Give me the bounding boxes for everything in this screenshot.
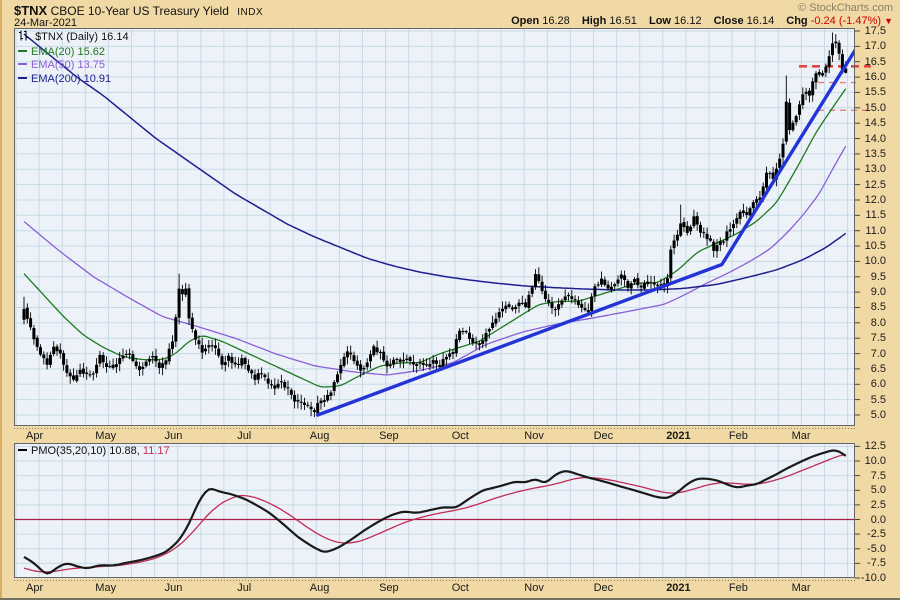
pmo-x-axis-label: Mar (792, 582, 811, 594)
main-y-axis-label: 10.5 (856, 240, 886, 252)
main-y-axis-label: 15.0 (856, 102, 886, 114)
pmo-x-axis-label: Nov (524, 582, 544, 594)
legend-ema200-label: EMA(200) 10.91 (31, 73, 111, 85)
open-value: 16.28 (542, 15, 570, 27)
main-x-axis-label: Feb (729, 430, 748, 442)
main-y-axis-label: 5.5 (856, 394, 886, 406)
main-y-axis-label: 13.0 (856, 163, 886, 175)
main-x-axis-label: 2021 (666, 430, 690, 442)
chart-date: 24-Mar-2021 (14, 17, 77, 29)
pmo-y-axis-label: -7.5 (856, 557, 886, 569)
main-y-axis-label: 10.0 (856, 255, 886, 267)
stockcharts-chart-page: $TNX CBOE 10-Year US Treasury Yield INDX… (0, 0, 900, 600)
pmo-y-axis-label: 7.5 (856, 470, 886, 482)
pmo-y-axis-label: 5.0 (856, 484, 886, 496)
main-x-axis-label: Apr (26, 430, 43, 442)
main-y-axis-label: 12.5 (856, 179, 886, 191)
price-bars-icon (18, 30, 29, 46)
legend-symbol-label: $TNX (Daily) 16.14 (35, 31, 129, 43)
ema50-swatch-icon (18, 63, 27, 65)
low-label: Low (649, 15, 671, 27)
main-y-axis-label: 13.5 (856, 148, 886, 160)
legend-ema20-row: EMA(20) 15.62 (18, 46, 129, 60)
low-value: 16.12 (674, 15, 702, 27)
legend-ema50-label: EMA(50) 13.75 (31, 59, 105, 71)
open-label: Open (511, 15, 539, 27)
pmo-swatch-icon (18, 449, 27, 451)
main-x-axis-label: May (95, 430, 116, 442)
main-y-axis-label: 11.0 (856, 225, 886, 237)
main-x-axis-label: Dec (594, 430, 614, 442)
pmo-x-axis-label: Apr (26, 582, 43, 594)
pmo-y-axis-label: 2.5 (856, 499, 886, 511)
main-y-axis-label: 11.5 (856, 209, 886, 221)
main-x-axis-label: Jul (237, 430, 251, 442)
main-x-axis-label: Oct (452, 430, 469, 442)
legend-ema200-row: EMA(200) 10.91 (18, 73, 129, 87)
main-y-axis-label: 6.0 (856, 378, 886, 390)
exchange-label: INDX (237, 7, 263, 18)
instrument-name: CBOE 10-Year US Treasury Yield (51, 4, 229, 18)
ema200-swatch-icon (18, 77, 27, 79)
legend-pmo-label: PMO(35,20,10) 10.88, (31, 445, 140, 457)
pmo-x-axis-label: May (95, 582, 116, 594)
main-y-axis-label: 9.0 (856, 286, 886, 298)
main-y-axis-label: 17.0 (856, 40, 886, 52)
pmo-y-axis-label: 10.0 (856, 455, 886, 467)
pmo-x-axis-label: Aug (310, 582, 330, 594)
pmo-x-axis-label: Jul (237, 582, 251, 594)
symbol-label: $TNX (14, 3, 47, 18)
legend-ema50-row: EMA(50) 13.75 (18, 59, 129, 73)
main-y-axis-label: 16.0 (856, 71, 886, 83)
main-y-axis-label: 12.0 (856, 194, 886, 206)
main-chart-legend: $TNX (Daily) 16.14 EMA(20) 15.62 EMA(50)… (18, 30, 129, 86)
pmo-x-axis-label: Jun (165, 582, 183, 594)
pmo-y-axis-label: 12.5 (856, 440, 886, 452)
main-y-axis-label: 15.5 (856, 86, 886, 98)
main-x-axis-label: Mar (792, 430, 811, 442)
pmo-x-axis-label: Oct (452, 582, 469, 594)
high-value: 16.51 (609, 15, 637, 27)
legend-symbol-row: $TNX (Daily) 16.14 (18, 30, 129, 46)
main-y-axis-label: 17.5 (856, 25, 886, 37)
close-label: Close (714, 15, 744, 27)
main-y-axis-label: 14.5 (856, 117, 886, 129)
pmo-y-axis-label: 0.0 (856, 514, 886, 526)
legend-ema20-label: EMA(20) 15.62 (31, 46, 105, 58)
main-y-axis-label: 9.5 (856, 271, 886, 283)
main-y-axis-label: 16.5 (856, 56, 886, 68)
main-y-axis-label: 7.0 (856, 348, 886, 360)
pmo-x-axis-label: Dec (594, 582, 614, 594)
pmo-x-axis-label: 2021 (666, 582, 690, 594)
pmo-legend: PMO(35,20,10) 10.88, 11.17 (18, 445, 170, 459)
main-x-axis-label: Jun (165, 430, 183, 442)
copyright-label: © StockCharts.com (798, 2, 893, 14)
chg-label: Chg (786, 15, 807, 27)
high-label: High (582, 15, 606, 27)
main-y-axis-label: 8.0 (856, 317, 886, 329)
main-y-axis-label: 7.5 (856, 332, 886, 344)
pmo-y-axis-label: -5.0 (856, 543, 886, 555)
main-y-axis-label: 5.0 (856, 409, 886, 421)
legend-pmo-signal-value: 11.17 (143, 445, 170, 457)
main-x-axis-label: Nov (524, 430, 544, 442)
main-y-axis-label: 8.5 (856, 301, 886, 313)
page-left-edge (0, 0, 2, 600)
chart-title: $TNX CBOE 10-Year US Treasury Yield INDX (14, 3, 263, 18)
pmo-y-axis-label: -10.0 (856, 572, 886, 584)
main-x-axis-label: Sep (379, 430, 399, 442)
pmo-y-axis-label: -2.5 (856, 528, 886, 540)
quote-bar: Open 16.28 High 16.51 Low 16.12 Close 16… (502, 15, 893, 27)
pmo-x-axis-label: Sep (379, 582, 399, 594)
ema20-swatch-icon (18, 50, 27, 52)
chart-canvas (0, 0, 900, 600)
pmo-x-axis-label: Feb (729, 582, 748, 594)
close-value: 16.14 (747, 15, 775, 27)
main-x-axis-label: Aug (310, 430, 330, 442)
main-y-axis-label: 14.0 (856, 133, 886, 145)
legend-pmo-row: PMO(35,20,10) 10.88, 11.17 (18, 445, 170, 459)
main-y-axis-label: 6.5 (856, 363, 886, 375)
